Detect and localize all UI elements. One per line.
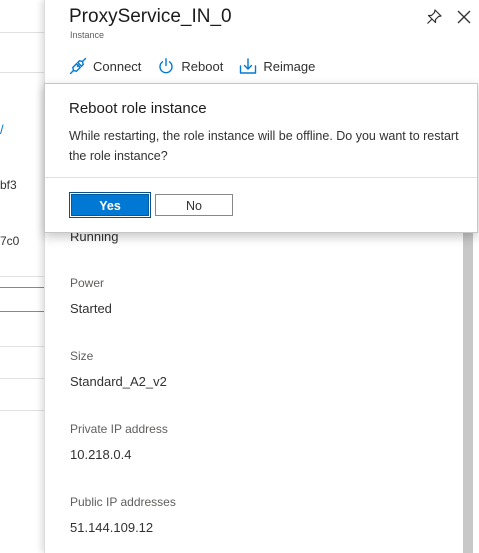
background-text: 7c0: [0, 234, 20, 248]
divider: [0, 346, 44, 347]
background-link[interactable]: /: [0, 122, 4, 137]
power-label: Power: [70, 276, 105, 290]
public-ip-value: 51.144.109.12: [70, 520, 154, 535]
size-value: Standard_A2_v2: [70, 374, 167, 389]
reimage-label: Reimage: [263, 58, 316, 74]
pin-icon[interactable]: [425, 8, 443, 26]
dialog-message: While restarting, the role instance will…: [69, 129, 459, 163]
no-button[interactable]: No: [155, 194, 233, 216]
yes-button[interactable]: Yes: [69, 192, 151, 218]
reimage-button[interactable]: Reimage: [239, 57, 315, 75]
reboot-button[interactable]: Reboot: [157, 57, 223, 75]
scrollbar[interactable]: [463, 232, 473, 553]
reboot-label: Reboot: [181, 58, 224, 74]
power-value: Started: [70, 301, 112, 316]
close-icon[interactable]: [455, 8, 473, 26]
divider: [0, 410, 44, 411]
divider: [0, 287, 44, 288]
power-icon: [159, 58, 174, 74]
page-title: ProxyService_IN_0: [69, 6, 232, 27]
private-ip-value: 10.218.0.4: [70, 447, 132, 462]
divider: [0, 378, 44, 379]
dialog-divider: [45, 177, 477, 178]
divider: [0, 311, 44, 312]
toolbar: Connect Reboot Reimage: [69, 55, 331, 77]
divider: [0, 72, 44, 73]
background-text: bf3: [0, 178, 17, 192]
private-ip-label: Private IP address: [70, 422, 168, 436]
divider: [0, 32, 44, 33]
public-ip-label: Public IP addresses: [70, 495, 176, 509]
reboot-confirm-dialog: Reboot role instance While restarting, t…: [44, 83, 478, 233]
connect-label: Connect: [93, 58, 142, 74]
download-arrow-icon: [240, 58, 257, 74]
page-subtitle: Instance: [70, 30, 105, 40]
connect-button[interactable]: Connect: [69, 57, 141, 75]
connect-plug-icon: [69, 57, 87, 75]
size-label: Size: [70, 349, 94, 363]
dialog-title: Reboot role instance: [69, 100, 207, 117]
background-blade: / bf3 7c0: [0, 0, 44, 553]
divider: [0, 276, 44, 277]
